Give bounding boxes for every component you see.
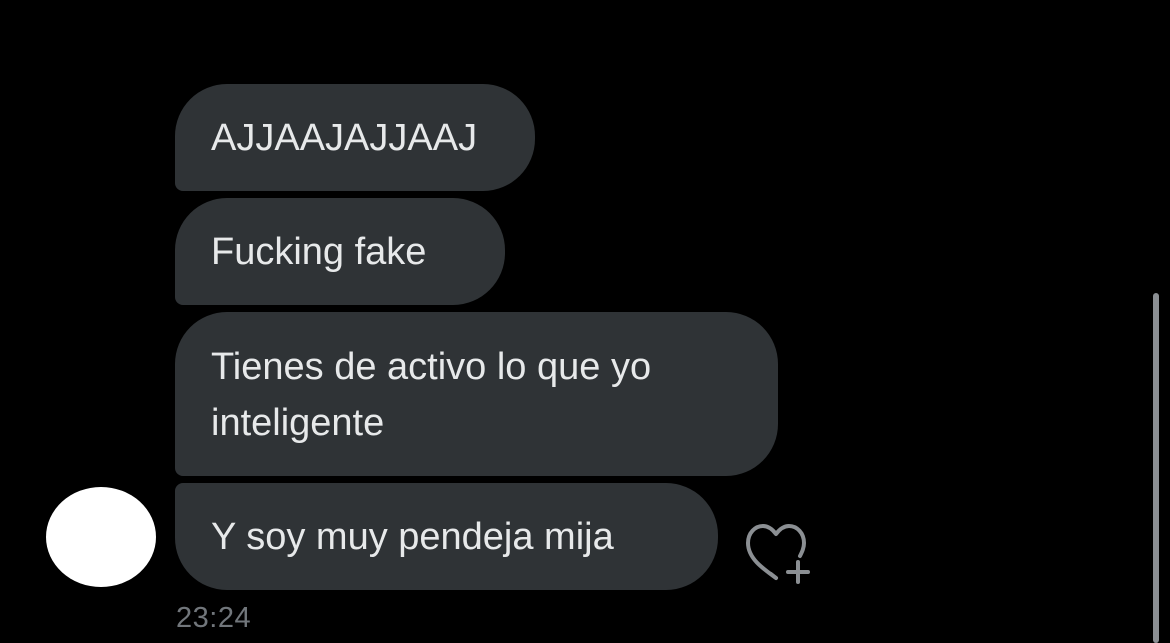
message-bubble[interactable]: Fucking fake — [175, 198, 505, 305]
conversation-view: AJJAAJAJJAAJ Fucking fake Tienes de acti… — [0, 0, 1170, 643]
message-text: Y soy muy pendeja mija — [211, 515, 614, 558]
message-text: Tienes de activo lo que yo inteligente — [211, 346, 652, 444]
avatar[interactable] — [46, 487, 156, 587]
scrollbar[interactable] — [1153, 293, 1159, 643]
react-button[interactable] — [742, 522, 814, 586]
message-timestamp: 23:24 — [176, 602, 252, 634]
heart-plus-icon — [746, 524, 810, 584]
message-bubble[interactable]: Y soy muy pendeja mija — [175, 483, 718, 590]
message-bubble[interactable]: Tienes de activo lo que yo inteligente — [175, 312, 778, 476]
message-bubble[interactable]: AJJAAJAJJAAJ — [175, 84, 535, 191]
message-text: AJJAAJAJJAAJ — [211, 116, 478, 159]
message-text: Fucking fake — [211, 230, 427, 273]
